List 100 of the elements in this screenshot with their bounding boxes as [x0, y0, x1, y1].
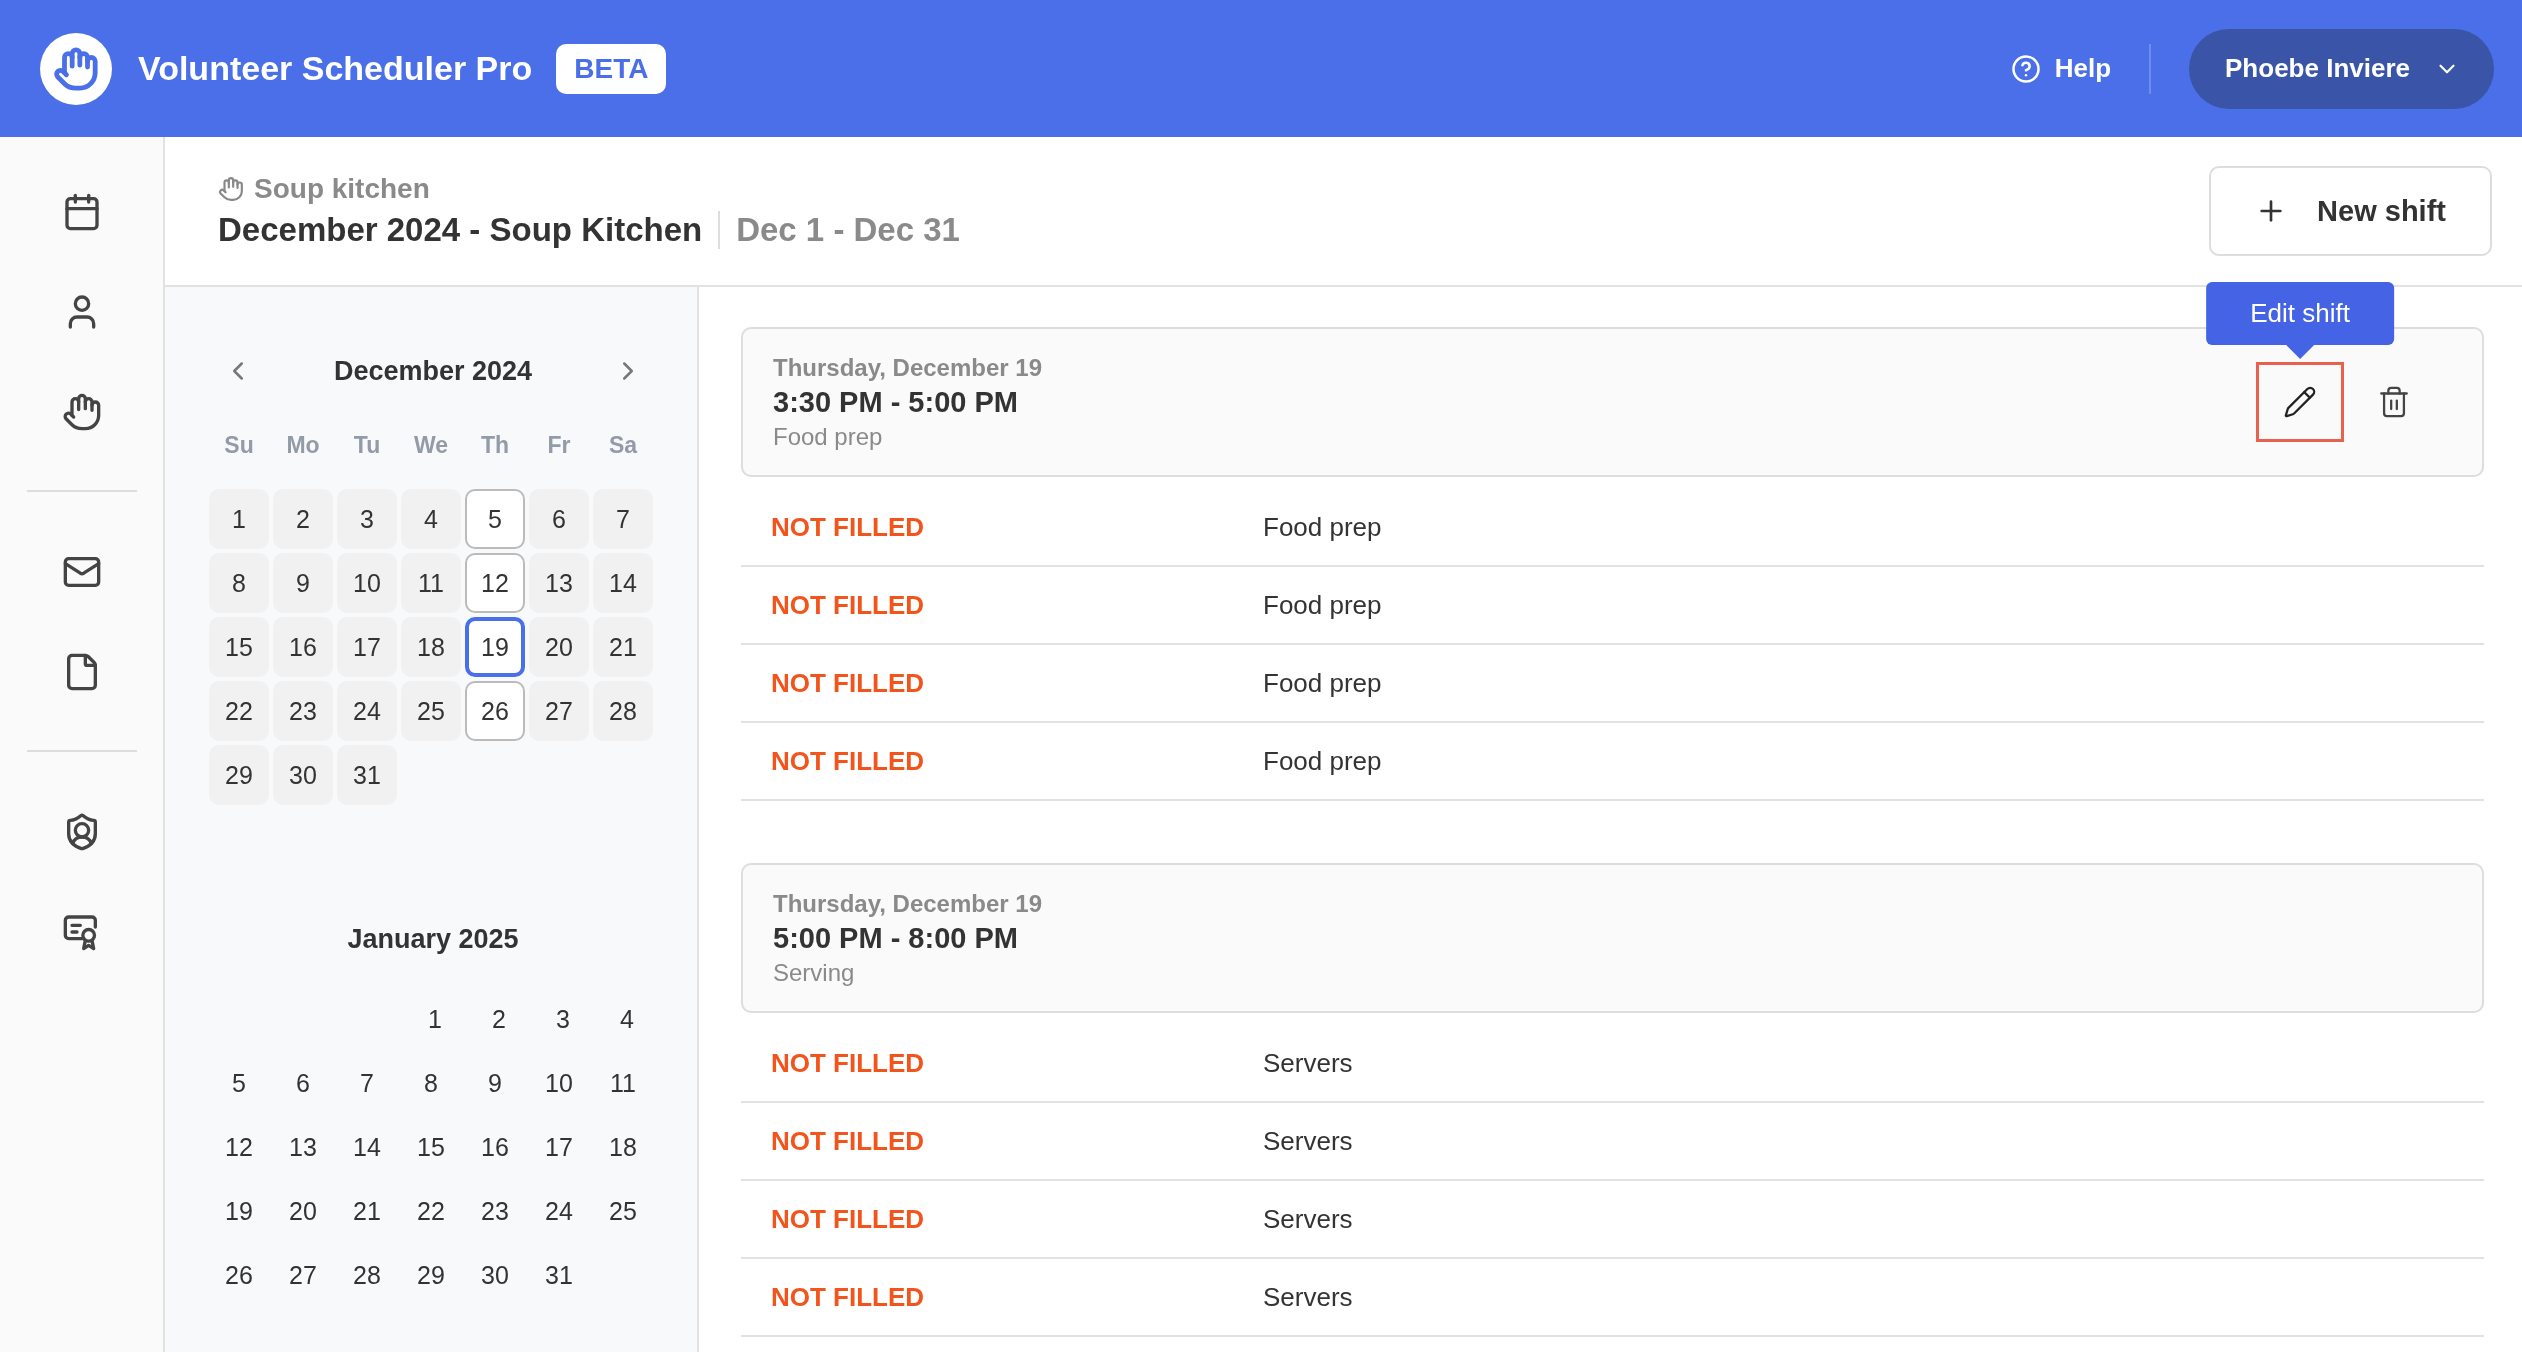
calendar-day[interactable]: 10: [337, 553, 397, 613]
slot-role: Food prep: [1263, 589, 1382, 621]
calendar-day[interactable]: 1: [405, 989, 465, 1049]
pencil-icon: [2283, 385, 2317, 419]
calendar-day[interactable]: 29: [209, 745, 269, 805]
slot-status: NOT FILLED: [771, 745, 926, 777]
calendar-day[interactable]: 20: [273, 1181, 333, 1241]
calendar-day[interactable]: 24: [529, 1181, 589, 1241]
calendar-day[interactable]: 9: [273, 553, 333, 613]
slot-role: Servers: [1263, 1047, 1353, 1079]
tooltip: Edit shift: [2206, 282, 2394, 345]
date-range: Dec 1 - Dec 31: [718, 211, 960, 249]
weekday-label: We: [412, 431, 450, 460]
calendar-day[interactable]: 11: [401, 553, 461, 613]
slot-role: Food prep: [1263, 511, 1382, 543]
slot-role: Servers: [1263, 1125, 1353, 1157]
hand-icon: [61, 392, 102, 432]
slot-status: NOT FILLED: [771, 667, 926, 699]
shift-date: Thursday, December 19: [773, 889, 1043, 918]
weekday-label: Su: [223, 431, 255, 460]
calendar-day[interactable]: 3: [337, 489, 397, 549]
calendar-day[interactable]: 5: [465, 489, 525, 549]
help-link[interactable]: Help: [2010, 43, 2152, 94]
calendar-day[interactable]: 28: [337, 1245, 397, 1305]
calendar-day[interactable]: 25: [593, 1181, 653, 1241]
calendar-day[interactable]: 8: [209, 553, 269, 613]
calendar-day[interactable]: 20: [529, 617, 589, 677]
user-menu-button[interactable]: Phoebe Inviere: [2189, 28, 2494, 109]
month-title: January 2025: [347, 923, 519, 955]
calendar-day[interactable]: 6: [273, 1053, 333, 1113]
shift-date: Thursday, December 19: [773, 353, 1043, 382]
calendar-day[interactable]: 23: [273, 681, 333, 741]
page-title: December 2024 - Soup Kitchen: [218, 211, 703, 249]
calendar-day[interactable]: 13: [529, 553, 589, 613]
trash-icon: [2377, 385, 2411, 419]
calendar-day[interactable]: 3: [533, 989, 593, 1049]
weekday-label: Th: [479, 431, 511, 460]
weekday-label: Fr: [546, 431, 572, 460]
slot-status: NOT FILLED: [771, 1281, 926, 1313]
slot-role: Servers: [1263, 1281, 1353, 1313]
calendar-day[interactable]: 21: [337, 1181, 397, 1241]
weekday-label: Tu: [352, 431, 382, 460]
calendar-day[interactable]: 5: [209, 1053, 269, 1113]
calendar-day[interactable]: 22: [209, 681, 269, 741]
month-title: December 2024: [333, 355, 533, 387]
calendar-day[interactable]: 27: [273, 1245, 333, 1305]
calendar-day[interactable]: 26: [209, 1245, 269, 1305]
calendar-day[interactable]: 14: [593, 553, 653, 613]
calendar-day[interactable]: 17: [529, 1117, 589, 1177]
calendar-day[interactable]: 25: [401, 681, 461, 741]
calendar-day[interactable]: 26: [465, 681, 525, 741]
shift-task: Serving: [773, 958, 856, 987]
calendar-day[interactable]: 17: [337, 617, 397, 677]
calendar-day[interactable]: 15: [401, 1117, 461, 1177]
calendar-day[interactable]: 14: [337, 1117, 397, 1177]
calendar-day[interactable]: 12: [209, 1117, 269, 1177]
beta-badge: BETA: [556, 43, 667, 94]
calendar-day[interactable]: 12: [465, 553, 525, 613]
calendar-day[interactable]: 21: [593, 617, 653, 677]
calendar-day[interactable]: 28: [593, 681, 653, 741]
calendar-day[interactable]: 11: [593, 1053, 653, 1113]
calendar-day[interactable]: 19: [209, 1181, 269, 1241]
calendar-day[interactable]: 2: [469, 989, 529, 1049]
slot-status: NOT FILLED: [771, 1125, 926, 1157]
shift-task: Food prep: [773, 422, 884, 451]
weekday-label: Mo: [285, 431, 321, 460]
calendar-day[interactable]: 18: [401, 617, 461, 677]
calendar-day[interactable]: 15: [209, 617, 269, 677]
calendar-day[interactable]: 30: [465, 1245, 525, 1305]
calendar-day[interactable]: 6: [529, 489, 589, 549]
calendar-day[interactable]: 24: [337, 681, 397, 741]
calendar-day[interactable]: 16: [465, 1117, 525, 1177]
calendar-day[interactable]: 2: [273, 489, 333, 549]
help-icon: [2010, 53, 2041, 84]
calendar-day[interactable]: 27: [529, 681, 589, 741]
calendar-day[interactable]: 31: [529, 1245, 589, 1305]
calendar-day[interactable]: 10: [529, 1053, 589, 1113]
tooltip-pointer-icon: [2286, 345, 2314, 359]
calendar-day[interactable]: 7: [593, 489, 653, 549]
calendar-day[interactable]: 30: [273, 745, 333, 805]
calendar-day[interactable]: 13: [273, 1117, 333, 1177]
calendar-day[interactable]: 7: [337, 1053, 397, 1113]
calendar-day[interactable]: 23: [465, 1181, 525, 1241]
calendar-day[interactable]: 9: [465, 1053, 525, 1113]
calendar-day[interactable]: 22: [401, 1181, 461, 1241]
slot-role: Food prep: [1263, 745, 1382, 777]
slot-status: NOT FILLED: [771, 589, 926, 621]
calendar-day[interactable]: 18: [593, 1117, 653, 1177]
calendar-day[interactable]: 1: [209, 489, 269, 549]
calendar-day[interactable]: 4: [401, 489, 461, 549]
calendar-day[interactable]: 31: [337, 745, 397, 805]
calendar-day[interactable]: 8: [401, 1053, 461, 1113]
shift-time: 5:00 PM - 8:00 PM: [773, 921, 1019, 955]
shift-time: 3:30 PM - 5:00 PM: [773, 385, 1019, 419]
new-shift-button[interactable]: New shift: [2209, 166, 2492, 256]
calendar-day[interactable]: 16: [273, 617, 333, 677]
calendar-day[interactable]: 4: [597, 989, 657, 1049]
slot-status: NOT FILLED: [771, 1047, 926, 1079]
calendar-day[interactable]: 19: [465, 617, 525, 677]
calendar-day[interactable]: 29: [401, 1245, 461, 1305]
